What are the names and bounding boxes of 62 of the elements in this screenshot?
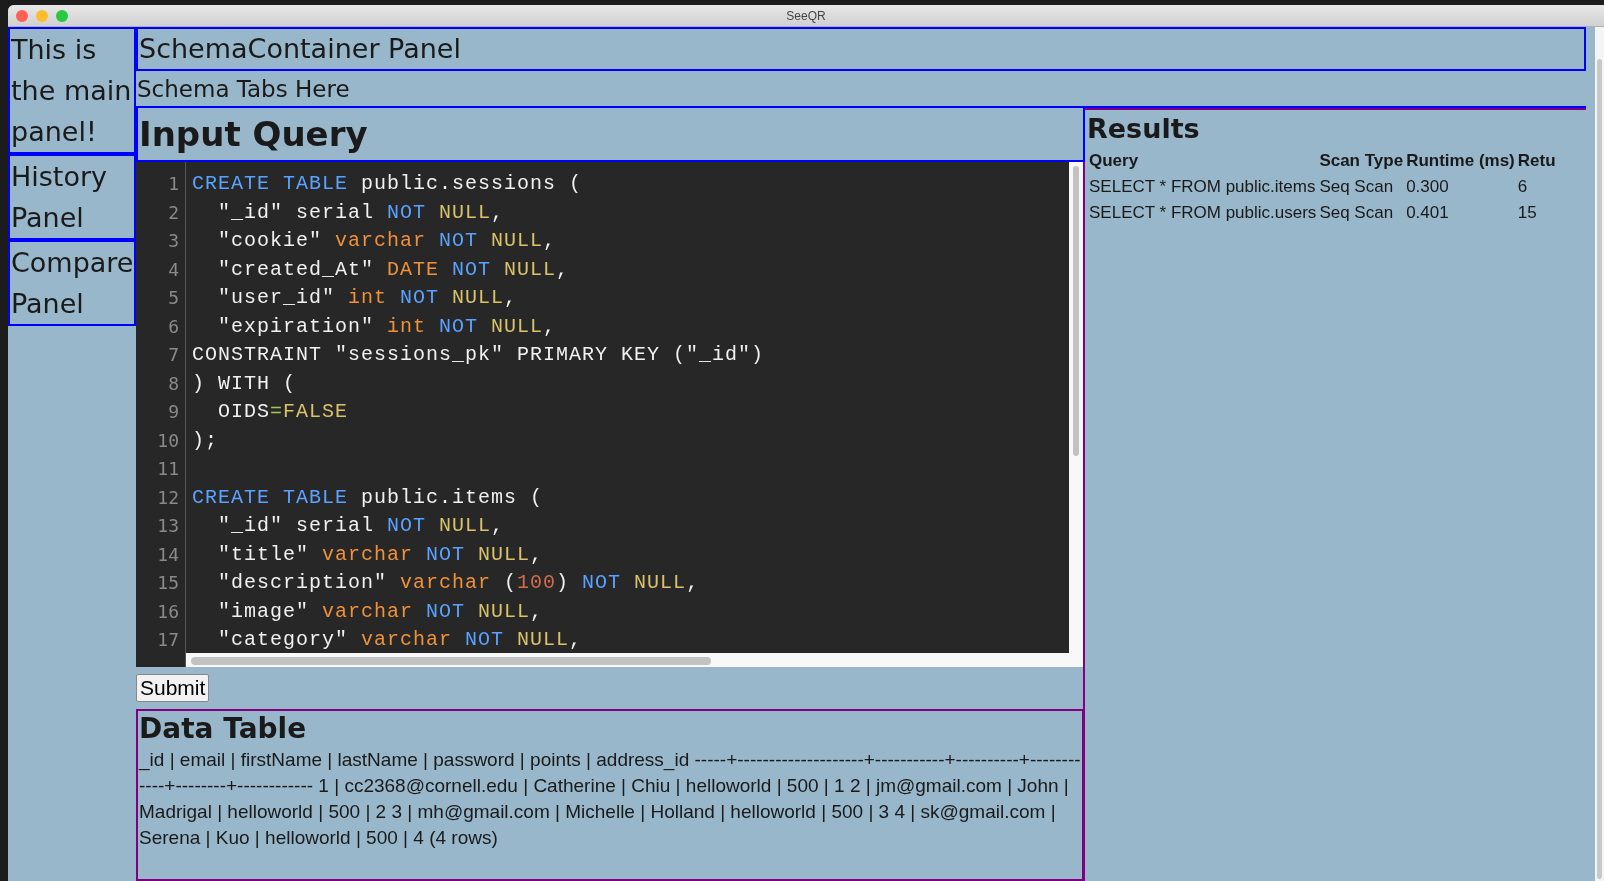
line-number: 15 (156, 571, 180, 595)
code-line: CREATE TABLE public.sessions ( (192, 171, 584, 197)
line-number: 16 (156, 599, 180, 624)
vertical-scrollbar[interactable] (1073, 166, 1079, 456)
line-number: 4 (167, 257, 180, 282)
code-line: "user_id" int NOT NULL, (217, 285, 519, 311)
table-cell-text: 15 (1517, 202, 1538, 224)
code-line: "created_At" DATE NOT NULL, (217, 256, 571, 283)
code-line: "cookie" varchar NOT NULL, (217, 228, 558, 254)
code-editor[interactable] (136, 162, 1085, 667)
line-number: 7 (167, 343, 180, 367)
results-title: Results (1087, 112, 1201, 146)
code-line: "title" varchar NOT NULL, (217, 541, 545, 568)
line-number: 14 (156, 542, 180, 567)
line-number: 1 (167, 172, 180, 196)
code-line: "image" varchar NOT NULL, (217, 598, 545, 625)
schema-container-title: SchemaContainer Panel (136, 27, 1586, 71)
window-title: SeeQR (786, 8, 826, 23)
line-number: 6 (167, 314, 180, 339)
page-scrollbar[interactable] (1597, 59, 1602, 879)
table-cell-text: 0.401 (1406, 202, 1450, 224)
table-cell-text: SELECT * FROM public.users (1089, 202, 1318, 224)
column-header: Retu (1517, 150, 1557, 172)
schema-tabs-label: Schema Tabs Here (136, 71, 1586, 108)
table-cell: Seq Scan (1319, 200, 1407, 226)
line-number: 9 (167, 400, 180, 424)
line-number: 12 (156, 485, 180, 510)
code-line: ) WITH ( (192, 370, 297, 397)
horizontal-scrollbar[interactable] (191, 657, 711, 665)
line-number: 13 (156, 514, 180, 538)
sidebar-panel: Compare Panel (8, 240, 136, 326)
table-cell-text: SELECT * FROM public.items (1089, 176, 1317, 198)
code-line: OIDS=FALSE (217, 399, 350, 425)
table-cell: 0.300 (1406, 174, 1518, 200)
line-number: 3 (167, 229, 180, 253)
line-number: 17 (156, 628, 180, 652)
code-line: "_id" serial NOT NULL, (217, 199, 506, 226)
line-number: 11 (156, 457, 180, 481)
sidebar-panel: This is the main panel! (8, 27, 136, 154)
minimize-button[interactable] (36, 9, 48, 22)
submit-button[interactable]: Submit (136, 674, 210, 702)
table-cell-text: 6 (1517, 176, 1529, 198)
code-line: "category" varchar NOT NULL, (217, 627, 584, 653)
code-line: "description" varchar (100) NOT NULL, (217, 570, 701, 596)
column-header: Runtime (ms) (1406, 148, 1518, 174)
code-line: CONSTRAINT "sessions_pk" PRIMARY KEY ("_id") (192, 342, 766, 368)
column-header: Scan Type (1319, 150, 1405, 172)
code-line: CREATE TABLE public.items ( (192, 484, 545, 511)
column-header: Query (1089, 150, 1140, 172)
line-number: 2 (167, 200, 180, 225)
sidebar-panel: History Panel (8, 154, 136, 240)
close-button[interactable] (16, 9, 28, 22)
code-line: ); (192, 427, 219, 454)
code-line: "expiration" int NOT NULL, (217, 313, 558, 340)
code-line: "_id" serial NOT NULL, (217, 513, 506, 539)
data-table-title: Data Table (139, 711, 308, 747)
table-cell: Seq Scan (1319, 174, 1407, 200)
line-number: 8 (167, 371, 180, 396)
data-table-text: _id | email | firstName | lastName | password | points | address_id -----+--------------------+-----------+----------+------------+--------+------------ 1 | cc2368@cornell.edu | Catherine | Chiu | helloworld | 500 | 1 2 | jm@gmail.com | John | Madrigal | helloworld | 500 | 2 3 | mh@gmail.com | Michelle | Holland | helloworld | 500 | 3 4 | sk@gmail.com | Serena | Kuo | helloworld | 500 | 4 (4 rows) (139, 748, 1082, 850)
maximize-button[interactable] (56, 9, 68, 22)
line-number: 5 (167, 286, 180, 310)
line-number: 10 (156, 428, 180, 453)
